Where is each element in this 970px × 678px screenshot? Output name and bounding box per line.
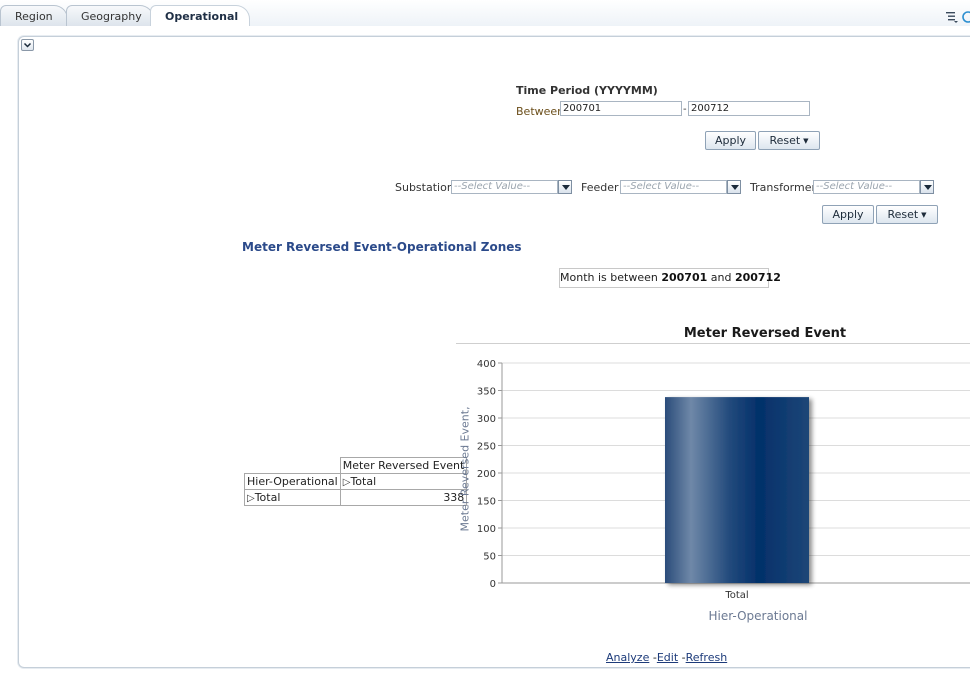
tab-operational[interactable]: Operational <box>150 5 250 26</box>
chart-title: Meter Reversed Event <box>683 326 847 341</box>
pivot-col-header: Meter Reversed Event <box>339 457 468 474</box>
caret-down-icon: ▼ <box>921 211 927 219</box>
pivot-col-total-label: Total <box>350 475 377 488</box>
collapse-section-button[interactable] <box>21 39 34 51</box>
report-title: Meter Reversed Event-Operational Zones <box>242 240 522 254</box>
report-links: Analyze -Edit -Refresh <box>606 651 727 664</box>
chart-title-rule <box>456 343 970 344</box>
edit-link[interactable]: Edit <box>657 651 678 664</box>
filter-prefix: Month is between <box>560 271 658 284</box>
substation-select[interactable]: --Select Value-- <box>451 180 558 194</box>
filter-to-value: 200712 <box>734 271 781 284</box>
expand-triangle-icon[interactable]: ▷ <box>247 493 255 504</box>
pivot-value-cell: 338 <box>339 489 468 506</box>
y-tick-label: 100 <box>477 524 496 535</box>
pivot-row-total-label: Total <box>254 491 281 504</box>
transformer-dropdown-icon[interactable] <box>920 180 934 194</box>
x-tick-label: Total <box>724 590 748 601</box>
tab-geography[interactable]: Geography <box>66 5 154 26</box>
time-to-input[interactable] <box>688 101 810 116</box>
time-period-title: Time Period (YYYYMM) <box>516 84 658 97</box>
caret-down-icon: ▼ <box>803 137 809 145</box>
chart-x-axis-label: Hier-Operational <box>708 609 808 623</box>
transformer-label: Transformer <box>750 181 817 194</box>
substation-label: Substation <box>395 181 454 194</box>
y-tick-label: 200 <box>477 469 496 480</box>
pivot-col-total[interactable]: ▷Total <box>339 473 468 490</box>
chart-y-axis-label: Meter Reversed Event, <box>458 406 472 532</box>
pivot-row-total[interactable]: ▷Total <box>244 489 341 506</box>
transformer-select[interactable]: --Select Value-- <box>813 180 920 194</box>
y-tick-label: 50 <box>483 552 496 563</box>
y-tick-label: 250 <box>477 442 496 453</box>
time-apply-button[interactable]: Apply <box>705 131 756 150</box>
tab-region[interactable]: Region <box>0 5 68 26</box>
tab-bar: Region Geography Operational <box>0 0 970 26</box>
pivot-row-header: Hier-Operational <box>244 473 341 490</box>
filter-and: and <box>710 271 732 284</box>
page-options-icon[interactable] <box>944 9 970 25</box>
analyze-link[interactable]: Analyze <box>606 651 649 664</box>
filter-note: Month is between 200701 and 200712 <box>559 268 781 288</box>
pivot-corner <box>245 458 341 474</box>
substation-dropdown-icon[interactable] <box>558 180 572 194</box>
filter-from-value: 200701 <box>661 271 708 284</box>
feeder-label: Feeder <box>581 181 619 194</box>
hier-apply-button[interactable]: Apply <box>822 205 874 224</box>
hier-reset-button[interactable]: Reset ▼ <box>876 205 938 224</box>
bar-total[interactable] <box>665 397 809 583</box>
y-tick-label: 150 <box>477 497 496 508</box>
bar-chart[interactable]: 0 50 100 150 200 250 300 350 400 Total <box>456 350 970 610</box>
pivot-table: Meter Reversed Event Hier-Operational ▷T… <box>244 457 468 506</box>
feeder-select[interactable]: --Select Value-- <box>620 180 727 194</box>
refresh-link[interactable]: Refresh <box>686 651 728 664</box>
time-from-input[interactable] <box>560 101 682 116</box>
range-separator: - <box>683 104 687 115</box>
chart-bars <box>665 397 809 583</box>
reset-label: Reset <box>887 208 919 221</box>
feeder-dropdown-icon[interactable] <box>727 180 741 194</box>
time-reset-button[interactable]: Reset ▼ <box>758 131 820 150</box>
y-tick-label: 400 <box>477 359 496 370</box>
reset-label: Reset <box>769 134 801 147</box>
y-tick-label: 350 <box>477 387 496 398</box>
between-label: Between <box>516 105 565 118</box>
chevron-down-icon <box>23 42 32 48</box>
y-tick-label: 0 <box>490 579 496 590</box>
y-tick-label: 300 <box>477 414 496 425</box>
